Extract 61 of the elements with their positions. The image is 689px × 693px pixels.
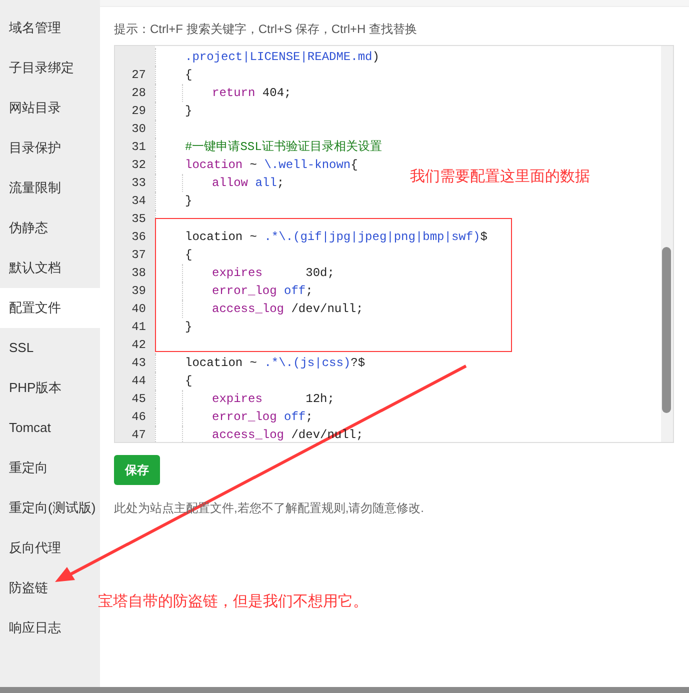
line-number: 43: [130, 355, 147, 372]
annotation-text: 我们需要配置这里面的数据: [410, 167, 590, 187]
line-number: 45: [130, 391, 147, 408]
line-number: 28: [130, 85, 147, 102]
code-line: access_log /dev/null;: [211, 301, 364, 318]
sidebar-item[interactable]: 默认文档: [0, 248, 100, 288]
annotation-text: 宝塔自带的防盗链，但是我们不想用它。: [98, 592, 368, 612]
line-number: 36: [130, 229, 147, 246]
line-number: 47: [130, 427, 147, 442]
code-editor[interactable]: [114, 45, 674, 443]
code-line: }: [184, 103, 192, 120]
sidebar-item[interactable]: 重定向(测试版): [0, 488, 100, 528]
code-line: location ~ .*\.(js|css)?$: [184, 355, 366, 372]
code-line: {: [184, 373, 192, 390]
sidebar-item[interactable]: 子目录绑定: [0, 48, 100, 88]
code-line: .project|LICENSE|README.md): [184, 49, 380, 66]
sidebar-item[interactable]: PHP版本: [0, 368, 100, 408]
sidebar-item[interactable]: Tomcat: [0, 408, 100, 448]
scrollbar-thumb[interactable]: [662, 247, 671, 413]
code-line: {: [184, 67, 192, 84]
code-line: }: [184, 319, 192, 336]
sidebar-item[interactable]: 响应日志: [0, 608, 100, 648]
line-number: 34: [130, 193, 147, 210]
line-number: 42: [130, 337, 147, 354]
line-number: 37: [130, 247, 147, 264]
sidebar-item[interactable]: 防盗链: [0, 568, 100, 608]
sidebar-item[interactable]: 重定向: [0, 448, 100, 488]
line-number: 33: [130, 175, 147, 192]
line-number: 46: [130, 409, 147, 426]
hint-text: 提示：Ctrl+F 搜索关键字，Ctrl+S 保存，Ctrl+H 查找替换: [114, 21, 418, 38]
line-number: 44: [130, 373, 147, 390]
code-line: expires 12h;: [211, 391, 334, 408]
code-line: {: [184, 247, 192, 264]
code-line: }: [184, 193, 192, 210]
sidebar-item[interactable]: 目录保护: [0, 128, 100, 168]
code-line: error_log off;: [211, 283, 313, 300]
code-line: return 404;: [211, 85, 292, 102]
sidebar-item[interactable]: 域名管理: [0, 8, 100, 48]
sidebar-item[interactable]: 流量限制: [0, 168, 100, 208]
line-number: 27: [130, 67, 147, 84]
sidebar-item[interactable]: 配置文件: [0, 288, 100, 328]
code-line: #一键申请SSL证书验证目录相关设置: [184, 139, 382, 156]
line-number: 29: [130, 103, 147, 120]
line-number: 30: [130, 121, 147, 138]
sidebar-item[interactable]: 反向代理: [0, 528, 100, 568]
sidebar-item[interactable]: 网站目录: [0, 88, 100, 128]
sidebar-item[interactable]: SSL: [0, 328, 100, 368]
line-number: 32: [130, 157, 147, 174]
code-line: location ~ .*\.(gif|jpg|jpeg|png|bmp|swf)$: [184, 229, 488, 246]
code-line: location ~ \.well-known{: [184, 157, 358, 174]
line-number: 39: [130, 283, 147, 300]
line-number: 40: [130, 301, 147, 318]
code-line: error_log off;: [211, 409, 313, 426]
line-number: 31: [130, 139, 147, 156]
code-line: expires 30d;: [211, 265, 334, 282]
line-number: 38: [130, 265, 147, 282]
line-number: 35: [130, 211, 147, 228]
line-number: 41: [130, 319, 147, 336]
code-line: allow all;: [211, 175, 284, 192]
sidebar-item[interactable]: 伪静态: [0, 208, 100, 248]
scrollbar[interactable]: [661, 46, 673, 442]
